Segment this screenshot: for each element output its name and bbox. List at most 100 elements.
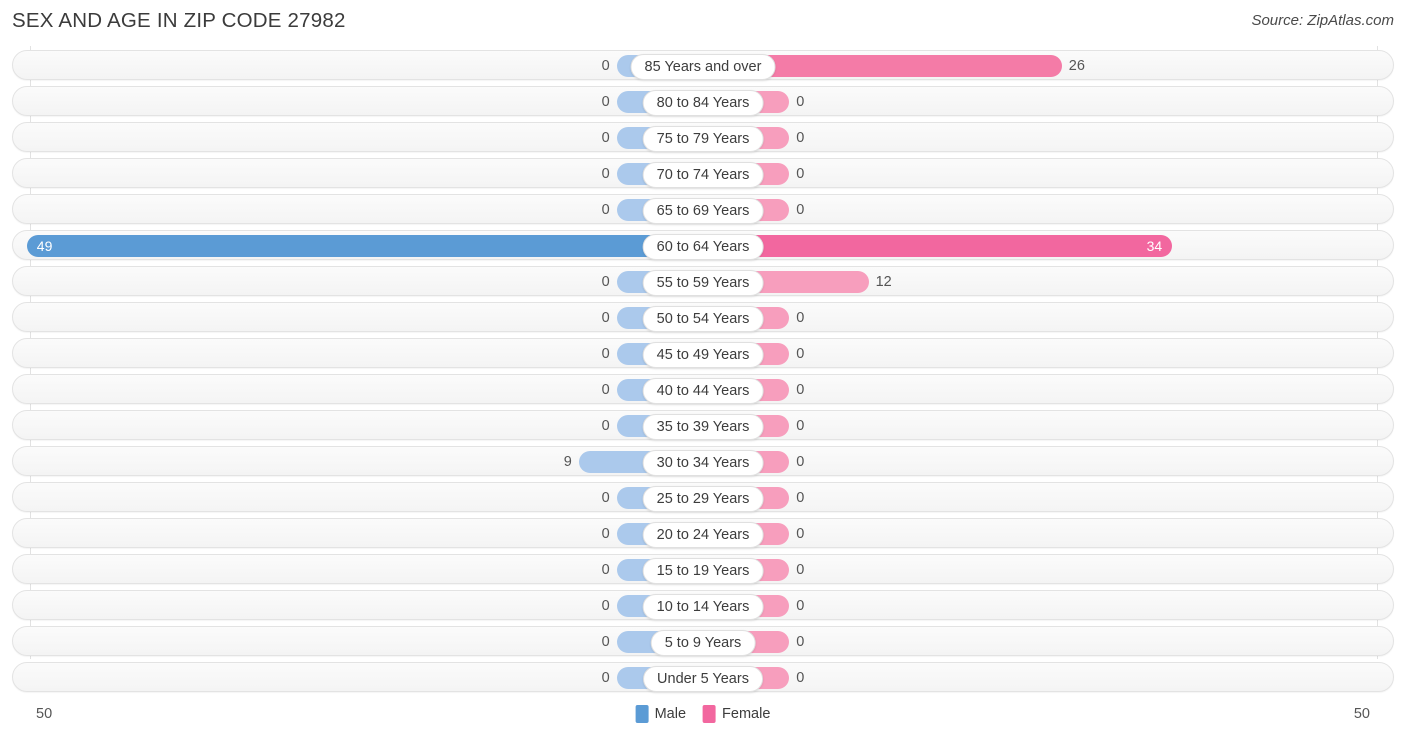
age-group-row: 9 0 30 to 34 Years <box>12 446 1394 476</box>
male-half: 0 <box>13 91 703 113</box>
chart-rows: 0 26 85 Years and over 0 0 80 to 84 Years 0 0 75… <box>12 50 1394 698</box>
legend-item-male[interactable]: Male <box>635 705 687 723</box>
age-group-row: 0 0 5 to 9 Years <box>12 626 1394 656</box>
female-value-label: 0 <box>796 382 805 398</box>
female-half: 34 <box>703 235 1393 257</box>
female-half: 0 <box>703 379 1393 401</box>
female-half: 0 <box>703 163 1393 185</box>
female-value-label: 0 <box>796 634 805 650</box>
chart-legend: Male Female <box>635 705 770 723</box>
male-half: 0 <box>13 307 703 329</box>
male-half: 49 <box>13 235 703 257</box>
male-half: 0 <box>13 271 703 293</box>
male-value-label: 9 <box>563 454 572 470</box>
female-value-label: 0 <box>796 130 805 146</box>
legend-label: Female <box>722 706 771 722</box>
age-group-row: 0 0 20 to 24 Years <box>12 518 1394 548</box>
female-half: 12 <box>703 271 1393 293</box>
age-group-label: 60 to 64 Years <box>642 234 764 260</box>
female-value-label: 26 <box>1068 58 1085 74</box>
female-bar[interactable] <box>703 235 1173 257</box>
age-group-label: 30 to 34 Years <box>642 450 764 476</box>
female-value-label: 12 <box>875 274 892 290</box>
male-half: 0 <box>13 559 703 581</box>
age-group-label: 65 to 69 Years <box>642 198 764 224</box>
female-value-label: 34 <box>1146 238 1163 254</box>
age-group-row: 0 0 15 to 19 Years <box>12 554 1394 584</box>
male-half: 0 <box>13 595 703 617</box>
age-group-label: 80 to 84 Years <box>642 90 764 116</box>
male-value-label: 0 <box>601 58 610 74</box>
male-half: 0 <box>13 487 703 509</box>
male-half: 0 <box>13 127 703 149</box>
female-value-label: 0 <box>796 454 805 470</box>
male-value-label: 0 <box>601 526 610 542</box>
male-value-label: 0 <box>601 382 610 398</box>
age-group-label: 85 Years and over <box>630 54 776 80</box>
source-attribution: Source: ZipAtlas.com <box>1251 12 1394 29</box>
age-group-row: 0 26 85 Years and over <box>12 50 1394 80</box>
age-group-label: 70 to 74 Years <box>642 162 764 188</box>
age-group-label: 25 to 29 Years <box>642 486 764 512</box>
axis-label-left: 50 <box>36 706 53 722</box>
female-value-label: 0 <box>796 418 805 434</box>
female-half: 0 <box>703 127 1393 149</box>
female-half: 0 <box>703 487 1393 509</box>
male-value-label: 0 <box>601 346 610 362</box>
age-group-row: 0 0 70 to 74 Years <box>12 158 1394 188</box>
male-value-label: 0 <box>601 202 610 218</box>
age-group-row: 0 12 55 to 59 Years <box>12 266 1394 296</box>
female-value-label: 0 <box>796 310 805 326</box>
female-value-label: 0 <box>796 490 805 506</box>
age-group-label: 55 to 59 Years <box>642 270 764 296</box>
female-value-label: 0 <box>796 670 805 686</box>
legend-item-female[interactable]: Female <box>703 705 770 723</box>
axis-label-right: 50 <box>1353 706 1370 722</box>
age-group-row: 0 0 40 to 44 Years <box>12 374 1394 404</box>
male-value-label: 49 <box>36 238 53 254</box>
age-group-row: 0 0 Under 5 Years <box>12 662 1394 692</box>
age-group-row: 0 0 75 to 79 Years <box>12 122 1394 152</box>
female-half: 0 <box>703 91 1393 113</box>
male-value-label: 0 <box>601 166 610 182</box>
age-group-label: 10 to 14 Years <box>642 594 764 620</box>
age-group-row: 49 34 60 to 64 Years <box>12 230 1394 260</box>
female-half: 0 <box>703 559 1393 581</box>
male-value-label: 0 <box>601 274 610 290</box>
legend-label: Male <box>654 706 687 722</box>
male-value-label: 0 <box>601 94 610 110</box>
male-half: 0 <box>13 343 703 365</box>
male-half: 9 <box>13 451 703 473</box>
age-group-label: 75 to 79 Years <box>642 126 764 152</box>
age-group-row: 0 0 45 to 49 Years <box>12 338 1394 368</box>
female-value-label: 0 <box>796 598 805 614</box>
chart-header: SEX AND AGE IN ZIP CODE 27982 Source: Zi… <box>0 0 1406 46</box>
male-value-label: 0 <box>601 634 610 650</box>
male-half: 0 <box>13 667 703 689</box>
female-value-label: 0 <box>796 526 805 542</box>
age-group-row: 0 0 35 to 39 Years <box>12 410 1394 440</box>
male-half: 0 <box>13 199 703 221</box>
female-half: 26 <box>703 55 1393 77</box>
age-group-label: 45 to 49 Years <box>642 342 764 368</box>
age-group-row: 0 0 65 to 69 Years <box>12 194 1394 224</box>
male-value-label: 0 <box>601 562 610 578</box>
male-half: 0 <box>13 163 703 185</box>
male-bar[interactable] <box>26 235 703 257</box>
legend-swatch-icon <box>635 705 649 723</box>
age-group-row: 0 0 50 to 54 Years <box>12 302 1394 332</box>
male-value-label: 0 <box>601 130 610 146</box>
male-value-label: 0 <box>601 598 610 614</box>
male-value-label: 0 <box>601 310 610 326</box>
male-value-label: 0 <box>601 670 610 686</box>
female-value-label: 0 <box>796 346 805 362</box>
female-half: 0 <box>703 199 1393 221</box>
female-half: 0 <box>703 307 1393 329</box>
age-group-label: 20 to 24 Years <box>642 522 764 548</box>
female-value-label: 0 <box>796 562 805 578</box>
chart-footer: 50 Male Female 50 <box>0 700 1406 740</box>
female-value-label: 0 <box>796 202 805 218</box>
age-group-row: 0 0 80 to 84 Years <box>12 86 1394 116</box>
age-group-label: 5 to 9 Years <box>650 630 756 656</box>
male-half: 0 <box>13 631 703 653</box>
